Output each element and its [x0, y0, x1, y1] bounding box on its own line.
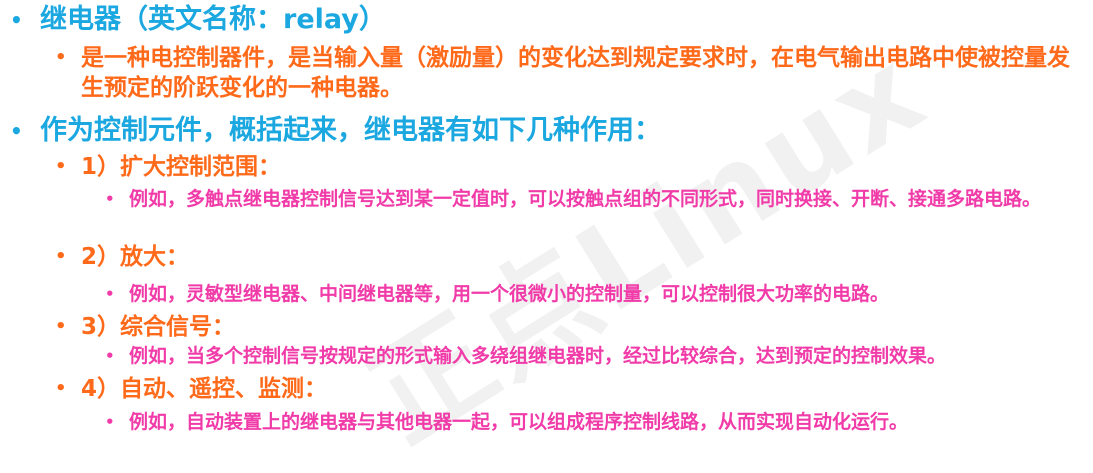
section-heading-functions: • 作为控制元件，概括起来，继电器有如下几种作用： — [10, 114, 1085, 148]
function-example-3: • 例如，当多个控制信号按规定的形式输入多绕组继电器时，经过比较综合，达到预定的… — [105, 343, 1083, 369]
function-title-text: 1）扩大控制范围： — [81, 154, 282, 180]
bullet-dot-icon: • — [105, 413, 115, 431]
bullet-dot-icon: • — [55, 47, 67, 68]
bullet-dot-icon: • — [55, 316, 67, 337]
bullet-dot-icon: • — [10, 8, 23, 32]
function-example-text: 例如，灵敏型继电器、中间继电器等，用一个很微小的控制量，可以控制很大功率的电路。 — [129, 283, 890, 305]
heading-text: 继电器（英文名称：relay） — [40, 4, 386, 35]
function-title-1: • 1）扩大控制范围： — [55, 152, 1080, 182]
bullet-dot-icon: • — [10, 119, 23, 143]
bullet-dot-icon: • — [55, 156, 67, 177]
slide-content: • 继电器（英文名称：relay） • 是一种电控制器件，是当输入量（激励量）的… — [0, 0, 1093, 448]
function-title-4: • 4）自动、遥控、监测： — [55, 374, 1080, 404]
function-example-1: • 例如，多触点继电器控制信号达到某一定值时，可以按触点组的不同形式，同时换接、… — [105, 186, 1083, 212]
relay-definition: • 是一种电控制器件，是当输入量（激励量）的变化达到规定要求时，在电气输出电路中… — [55, 43, 1080, 103]
function-example-text: 例如，自动装置上的继电器与其他电器一起，可以组成程序控制线路，从而实现自动化运行… — [129, 411, 909, 433]
bullet-dot-icon: • — [55, 246, 67, 267]
function-title-3: • 3）综合信号： — [55, 312, 1080, 342]
heading-text: 作为控制元件，概括起来，继电器有如下几种作用： — [40, 115, 661, 146]
function-title-text: 3）综合信号： — [81, 314, 236, 340]
function-example-text: 例如，当多个控制信号按规定的形式输入多绕组继电器时，经过比较综合，达到预定的控制… — [129, 345, 947, 367]
function-title-text: 4）自动、遥控、监测： — [81, 376, 328, 402]
function-example-2: • 例如，灵敏型继电器、中间继电器等，用一个很微小的控制量，可以控制很大功率的电… — [105, 281, 1083, 307]
bullet-dot-icon: • — [105, 347, 115, 365]
definition-text: 是一种电控制器件，是当输入量（激励量）的变化达到规定要求时，在电气输出电路中使被… — [81, 45, 1070, 101]
function-example-4: • 例如，自动装置上的继电器与其他电器一起，可以组成程序控制线路，从而实现自动化… — [105, 409, 1083, 435]
function-title-2: • 2）放大： — [55, 242, 1080, 272]
function-example-text: 例如，多触点继电器控制信号达到某一定值时，可以按触点组的不同形式，同时换接、开断… — [129, 188, 1042, 210]
bullet-dot-icon: • — [55, 378, 67, 399]
bullet-dot-icon: • — [105, 285, 115, 303]
function-title-text: 2）放大： — [81, 244, 190, 270]
section-heading-relay: • 继电器（英文名称：relay） — [10, 3, 1085, 37]
bullet-dot-icon: • — [105, 190, 115, 208]
